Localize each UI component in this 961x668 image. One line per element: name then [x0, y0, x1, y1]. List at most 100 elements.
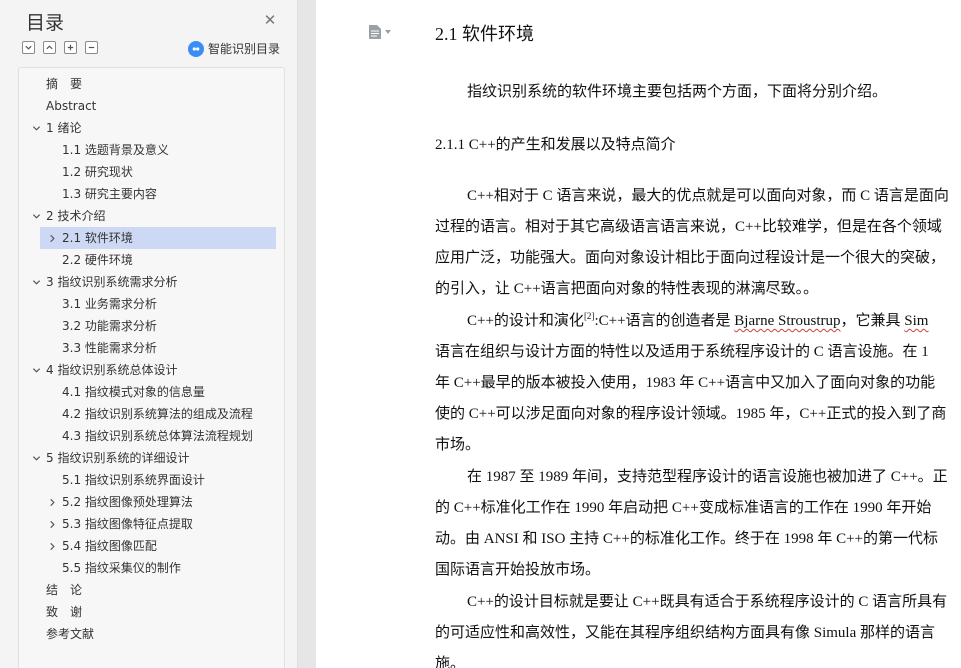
toc-item[interactable]: 摘 要 — [46, 73, 82, 95]
toc-item[interactable]: 参考文献 — [46, 623, 94, 645]
toc-item-label: 5.4 指纹图像匹配 — [62, 539, 157, 553]
toc-item[interactable]: 1 绪论 — [32, 117, 82, 139]
toc-item[interactable]: 1.2 研究现状 — [62, 161, 133, 183]
toc-item[interactable]: 5.4 指纹图像匹配 — [49, 535, 157, 557]
toc-item-label: 3.3 性能需求分析 — [62, 341, 157, 355]
paragraph-line: 在 1987 至 1989 年间，支持范型程序设计的语言设施也被加进了 C++。… — [467, 469, 948, 485]
intro-paragraph: 指纹识别系统的软件环境主要包括两个方面，下面将分别介绍。 — [467, 84, 888, 100]
toc-title: 目录 — [26, 12, 65, 34]
remove-icon[interactable] — [85, 41, 98, 54]
paragraph-line: 市场。 — [435, 437, 481, 453]
toc-item-label: 摘 要 — [46, 77, 83, 91]
toc-sidebar: 目录 ✕ 智能识别目录 摘 要 Abstract 1 绪论 1.1 选题背景及意义 1.… — [0, 0, 298, 668]
subsection-heading: 2.1.1 C++的产生和发展以及特点简介 — [435, 137, 676, 153]
toc-item[interactable]: 4.3 指纹识别系统总体算法流程规划 — [62, 425, 253, 447]
toc-item-label: 5.3 指纹图像特征点提取 — [62, 517, 193, 531]
toc-item[interactable]: 5.2 指纹图像预处理算法 — [49, 491, 193, 513]
paragraph-line: 国际语言开始投放市场。 — [435, 562, 601, 578]
paragraph-line: 语言在组织与设计方面的特性以及适用于系统程序设计的 C 语言设施。在 1 — [435, 344, 929, 360]
toc-toolbar — [22, 41, 98, 57]
chevron-right-icon[interactable] — [46, 535, 58, 557]
toc-item-label: 5.5 指纹采集仪的制作 — [62, 561, 181, 575]
toc-item-label: 4.2 指纹识别系统算法的组成及流程 — [62, 407, 253, 421]
toc-item[interactable]: 2.1 软件环境 — [40, 227, 276, 249]
toc-item[interactable]: 5.1 指纹识别系统界面设计 — [62, 469, 205, 491]
paragraph-line: C++的设计目标就是要让 C++既具有适合于系统程序设计的 C 语言所具有 — [467, 594, 948, 610]
paragraph-line: 使的 C++可以涉足面向对象的程序设计领域。1985 年，C++正式的投入到了商 — [435, 406, 947, 422]
toc-item-label: 3 指纹识别系统需求分析 — [46, 275, 178, 289]
toc-item[interactable]: 3 指纹识别系统需求分析 — [32, 271, 178, 293]
collapse-all-icon[interactable] — [22, 41, 35, 54]
add-icon[interactable] — [64, 41, 77, 54]
chevron-right-icon[interactable] — [46, 491, 58, 513]
chevron-down-icon[interactable] — [30, 447, 42, 469]
document-page: 2.1 软件环境 指纹识别系统的软件环境主要包括两个方面，下面将分别介绍。 2.… — [316, 0, 961, 668]
toc-item-label: 2.1 软件环境 — [62, 231, 133, 245]
spellcheck-word: Sim — [904, 313, 929, 329]
chevron-down-icon[interactable] — [30, 117, 42, 139]
toc-item-label: 致 谢 — [46, 605, 83, 619]
document-icon — [369, 25, 381, 39]
paragraph-line: 施。 — [435, 656, 466, 668]
toc-item-label: 5.2 指纹图像预处理算法 — [62, 495, 193, 509]
paragraph-line: 年 C++最早的版本被投入使用，1983 年 C++语言中又加入了面向对象的功能 — [435, 375, 936, 391]
toc-item-label: 4 指纹识别系统总体设计 — [46, 363, 178, 377]
chevron-down-icon[interactable] — [30, 359, 42, 381]
toc-item[interactable]: 4 指纹识别系统总体设计 — [32, 359, 178, 381]
toc-item[interactable]: 4.1 指纹模式对象的信息量 — [62, 381, 205, 403]
chevron-right-icon[interactable] — [46, 227, 58, 249]
toc-item[interactable]: 5 指纹识别系统的详细设计 — [32, 447, 190, 469]
toc-item-label: 4.1 指纹模式对象的信息量 — [62, 385, 205, 399]
toc-item-label: Abstract — [46, 99, 97, 113]
spellcheck-word: Bjarne Stroustrup — [734, 313, 841, 329]
toc-item[interactable]: 5.3 指纹图像特征点提取 — [49, 513, 193, 535]
toc-item[interactable]: 致 谢 — [46, 601, 82, 623]
toc-item[interactable]: 3.1 业务需求分析 — [62, 293, 157, 315]
toc-item-label: 1.1 选题背景及意义 — [62, 143, 169, 157]
text-run: :C++语言的创造者是 — [594, 313, 735, 329]
toc-item[interactable]: 5.5 指纹采集仪的制作 — [62, 557, 181, 579]
toc-item[interactable]: 3.2 功能需求分析 — [62, 315, 157, 337]
chevron-down-icon — [385, 30, 391, 34]
paragraph-line: C++的设计和演化[2]:C++语言的创造者是 Bjarne Stroustru… — [467, 309, 928, 330]
toc-item-label: 3.1 业务需求分析 — [62, 297, 157, 311]
chevron-right-icon[interactable] — [46, 513, 58, 535]
paragraph-line: 的 C++标准化工作在 1990 年启动把 C++变成标准语言的工作在 1990… — [435, 500, 932, 516]
toc-item-label: 3.2 功能需求分析 — [62, 319, 157, 333]
paragraph-line: 的引入，让 C++语言把面向对象的特性表现的淋漓尽致。。 — [435, 281, 819, 297]
toc-item-label: 2.2 硬件环境 — [62, 253, 133, 267]
toc-item[interactable]: 2 技术介绍 — [32, 205, 106, 227]
paragraph-line: C++相对于 C 语言来说，最大的优点就是可以面向对象，而 C 语言是面向 — [467, 188, 949, 204]
paragraph-line: 的可适应性和高效性，又能在其程序组织结构方面具有像 Simula 那样的语言 — [435, 625, 936, 641]
toc-item-label: 参考文献 — [46, 627, 95, 641]
toc-item-label: 结 论 — [46, 583, 83, 597]
toc-item[interactable]: 结 论 — [46, 579, 82, 601]
paragraph-line: 过程的语言。相对于其它高级语言语言来说，C++比较难学，但是在各个领域 — [435, 219, 942, 235]
chevron-down-icon[interactable] — [30, 271, 42, 293]
smart-toc-icon — [188, 40, 204, 57]
toc-item[interactable]: 3.3 性能需求分析 — [62, 337, 157, 359]
expand-all-icon[interactable] — [43, 41, 56, 54]
toc-item[interactable]: Abstract — [46, 95, 96, 117]
section-heading: 2.1 软件环境 — [435, 24, 534, 44]
paragraph-line: 应用广泛，功能强大。面向对象设计相比于面向过程设计是一个很大的突破， — [435, 250, 946, 266]
close-icon[interactable]: ✕ — [262, 12, 278, 28]
text-run: C++的设计和演化 — [467, 313, 584, 329]
toc-item[interactable]: 1.1 选题背景及意义 — [62, 139, 169, 161]
toc-item[interactable]: 2.2 硬件环境 — [62, 249, 133, 271]
paragraph-line: 动。由 ANSI 和 ISO 主持 C++的标准化工作。终于在 1998 年 C… — [435, 531, 939, 547]
toc-item-label: 1 绪论 — [46, 121, 82, 135]
toc-item[interactable]: 1.3 研究主要内容 — [62, 183, 157, 205]
citation: [2] — [583, 311, 595, 321]
toc-item-label: 5.1 指纹识别系统界面设计 — [62, 473, 205, 487]
toc-item-label: 5 指纹识别系统的详细设计 — [46, 451, 190, 465]
toc-item-label: 1.3 研究主要内容 — [62, 187, 157, 201]
toc-item[interactable]: 4.2 指纹识别系统算法的组成及流程 — [62, 403, 253, 425]
smart-toc-label: 智能识别目录 — [208, 42, 281, 56]
view-mode-button[interactable] — [368, 24, 391, 40]
toc-item-label: 1.2 研究现状 — [62, 165, 133, 179]
toc-item-label: 4.3 指纹识别系统总体算法流程规划 — [62, 429, 253, 443]
chevron-down-icon[interactable] — [30, 205, 42, 227]
toc-item-label: 2 技术介绍 — [46, 209, 106, 223]
smart-toc-button[interactable]: 智能识别目录 — [188, 40, 280, 57]
